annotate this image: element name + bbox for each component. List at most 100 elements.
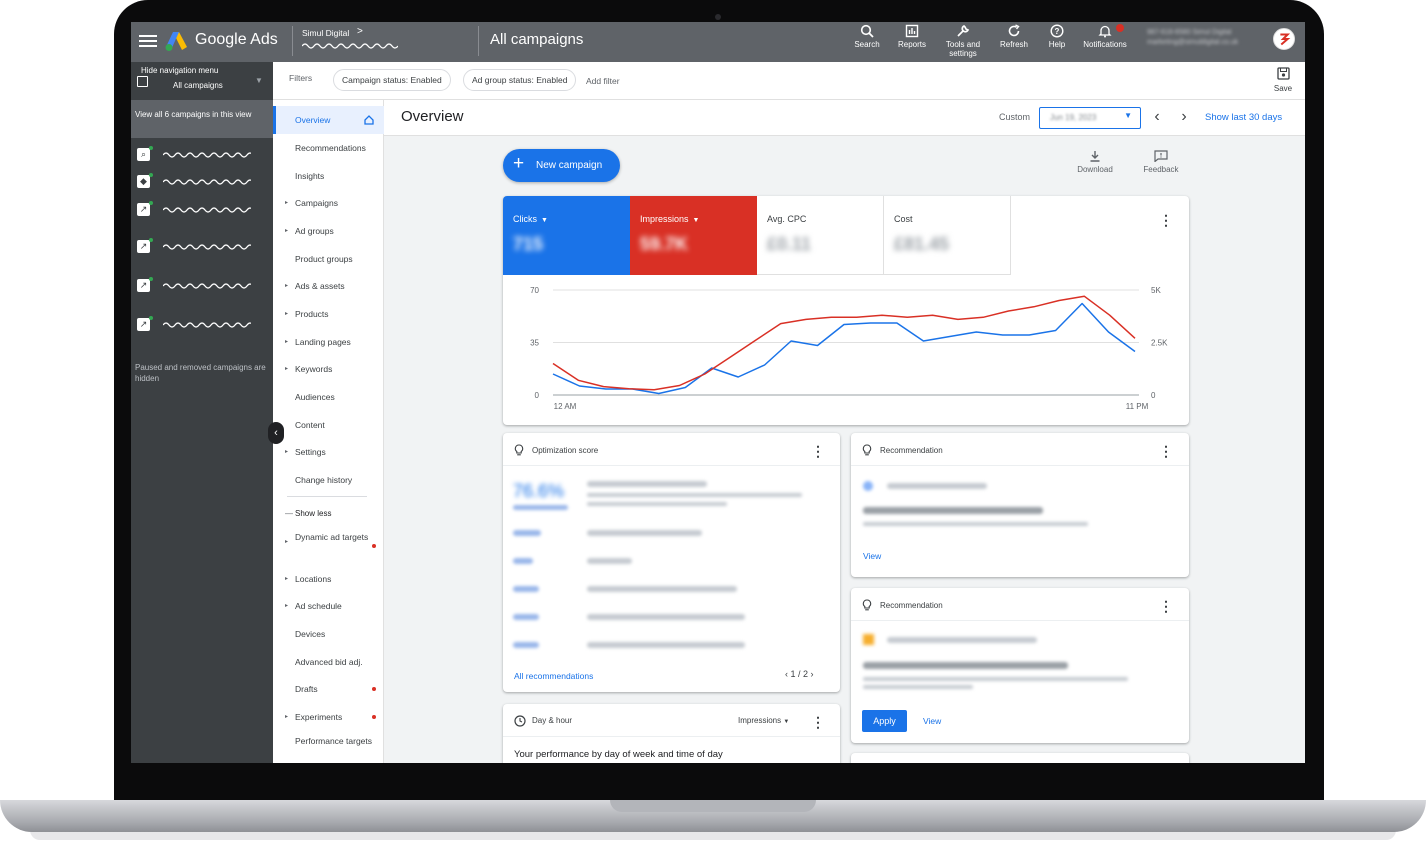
lightbulb-icon bbox=[862, 599, 872, 611]
view-all-campaigns[interactable]: View all 6 campaigns in this view bbox=[131, 100, 273, 138]
more-options-icon[interactable]: ⋮ bbox=[1159, 213, 1173, 227]
nav-dynamic-ad-targets[interactable]: ▸ Dynamic ad targets bbox=[273, 528, 384, 562]
previous-page-button[interactable]: ‹ bbox=[785, 669, 788, 679]
nav-ad-schedule[interactable]: ▸ Ad schedule bbox=[273, 592, 384, 620]
search-icon bbox=[860, 24, 874, 38]
next-period-button[interactable]: › bbox=[1174, 105, 1194, 129]
collapse-nav-button[interactable]: ‹ bbox=[268, 422, 284, 444]
nav-label: Overview bbox=[295, 115, 331, 125]
filter-chip-campaign-status[interactable]: Campaign status: Enabled bbox=[333, 69, 451, 91]
campaign-item[interactable]: ◆ bbox=[131, 169, 273, 195]
menu-icon[interactable] bbox=[139, 32, 157, 52]
pagination: ‹ 1 / 2 › bbox=[785, 669, 814, 679]
all-recommendations-link[interactable]: All recommendations bbox=[514, 671, 593, 681]
feedback-label: Feedback bbox=[1143, 165, 1179, 174]
filters-label: Filters bbox=[289, 73, 313, 83]
nav-campaigns[interactable]: ▸ Campaigns bbox=[273, 189, 384, 217]
nav-advanced-bid-adj[interactable]: Advanced bid adj. bbox=[273, 648, 384, 676]
redacted-text bbox=[587, 642, 745, 648]
caret-down-icon: ▼ bbox=[541, 217, 548, 224]
nav-settings[interactable]: ▸ Settings bbox=[273, 438, 384, 466]
more-options-icon[interactable]: ⋮ bbox=[811, 444, 825, 458]
nav-label: Dynamic ad targets bbox=[295, 532, 369, 542]
campaign-item[interactable]: ↗ bbox=[131, 197, 273, 223]
refresh-icon bbox=[1008, 24, 1020, 37]
redacted-scribble bbox=[163, 152, 251, 158]
nav-keywords[interactable]: ▸ Keywords bbox=[273, 355, 384, 383]
redacted-scribble bbox=[163, 322, 251, 328]
metric-select[interactable]: Impressions ▼ bbox=[738, 716, 789, 725]
nav-drafts[interactable]: Drafts bbox=[273, 675, 384, 703]
campaign-item[interactable]: ↗ bbox=[131, 273, 273, 299]
hide-navigation-button[interactable]: Hide navigation menu All campaigns ▼ bbox=[131, 62, 273, 100]
show-last-30-days-link[interactable]: Show last 30 days bbox=[1205, 112, 1282, 123]
view-recommendation-link[interactable]: View bbox=[923, 716, 941, 726]
nav-ads-assets[interactable]: ▸ Ads & assets bbox=[273, 272, 384, 300]
feedback-button[interactable]: Feedback bbox=[1136, 150, 1186, 174]
svg-text:?: ? bbox=[1055, 27, 1060, 36]
redacted-text bbox=[863, 662, 1068, 669]
next-page-button[interactable]: › bbox=[811, 669, 814, 679]
laptop-notch bbox=[610, 800, 816, 812]
recommendation-icon bbox=[863, 634, 874, 645]
avatar[interactable] bbox=[1273, 28, 1295, 50]
nav-change-history[interactable]: Change history bbox=[273, 466, 384, 494]
divider bbox=[851, 620, 1189, 621]
save-button[interactable]: Save bbox=[1268, 67, 1298, 93]
filter-chip-adgroup-status[interactable]: Ad group status: Enabled bbox=[463, 69, 577, 91]
nav-ad-groups[interactable]: ▸ Ad groups bbox=[273, 217, 384, 245]
nav-label: Performance targets bbox=[295, 736, 373, 746]
account-info[interactable]: 987-618-6580 Simul Digital marketing@sim… bbox=[1147, 28, 1238, 48]
metric-impressions[interactable]: Impressions ▼ 59.7K bbox=[630, 196, 757, 275]
nav-products[interactable]: ▸ Products bbox=[273, 300, 384, 328]
metric-cost[interactable]: Cost £81.45 bbox=[884, 196, 1011, 275]
nav-divider bbox=[287, 496, 367, 497]
nav-recommendations[interactable]: Recommendations bbox=[273, 134, 384, 162]
nav-performance-targets[interactable]: Performance targets bbox=[273, 732, 384, 763]
campaign-item[interactable]: ↗ bbox=[131, 312, 273, 338]
nav-landing-pages[interactable]: ▸ Landing pages bbox=[273, 328, 384, 356]
previous-period-button[interactable]: ‹ bbox=[1147, 105, 1167, 129]
redacted-text bbox=[587, 586, 737, 592]
more-options-icon[interactable]: ⋮ bbox=[1159, 444, 1173, 458]
account-name[interactable]: Simul Digital bbox=[302, 28, 349, 38]
nav-locations[interactable]: ▸ Locations bbox=[273, 565, 384, 593]
nav-label: Ads & assets bbox=[295, 281, 345, 291]
nav-audiences[interactable]: Audiences bbox=[273, 383, 384, 411]
show-less-button[interactable]: — Show less bbox=[273, 500, 384, 528]
expand-icon: ▸ bbox=[285, 714, 289, 720]
date-range-select[interactable]: Jun 19, 2023 ▼ bbox=[1039, 107, 1141, 129]
date-range-value: Jun 19, 2023 bbox=[1050, 113, 1097, 122]
expand-icon: ▸ bbox=[285, 228, 289, 234]
apply-button[interactable]: Apply bbox=[862, 710, 907, 732]
home-icon bbox=[364, 115, 374, 125]
nav-insights[interactable]: Insights bbox=[273, 162, 384, 190]
caret-down-icon: ▼ bbox=[783, 719, 790, 725]
reports-button[interactable]: Reports bbox=[886, 24, 938, 49]
new-campaign-button[interactable]: + New campaign bbox=[503, 149, 620, 182]
nav-content[interactable]: Content bbox=[273, 411, 384, 439]
notifications-button[interactable]: Notifications bbox=[1076, 24, 1134, 49]
nav-experiments[interactable]: ▸ Experiments bbox=[273, 703, 384, 731]
campaign-item[interactable]: ↗ bbox=[131, 234, 273, 260]
view-recommendation-link[interactable]: View bbox=[863, 551, 881, 561]
nav-label: Devices bbox=[295, 629, 326, 639]
download-button[interactable]: Download bbox=[1070, 150, 1120, 174]
nav-overview[interactable]: Overview bbox=[273, 106, 384, 134]
alert-dot bbox=[372, 687, 376, 691]
nav-product-groups[interactable]: Product groups bbox=[273, 245, 384, 273]
tools-settings-button[interactable]: Tools and settings bbox=[937, 24, 989, 58]
chevron-right-icon[interactable]: > bbox=[357, 26, 363, 37]
campaign-item[interactable]: ⌕ bbox=[131, 142, 273, 168]
status-dot bbox=[149, 173, 153, 177]
y-left-tick-label: 0 bbox=[535, 391, 540, 400]
date-range-label: Custom bbox=[999, 112, 1031, 122]
nav-devices[interactable]: Devices bbox=[273, 620, 384, 648]
nav-label: Landing pages bbox=[295, 337, 351, 347]
more-options-icon[interactable]: ⋮ bbox=[1159, 599, 1173, 613]
account-id: 987-618-6580 Simul Digital bbox=[1147, 29, 1232, 36]
more-options-icon[interactable]: ⋮ bbox=[811, 715, 825, 729]
metric-clicks[interactable]: Clicks ▼ 715 bbox=[503, 196, 630, 275]
metric-avg-cpc[interactable]: Avg. CPC £0.11 bbox=[757, 196, 884, 275]
add-filter-button[interactable]: Add filter bbox=[586, 76, 620, 86]
